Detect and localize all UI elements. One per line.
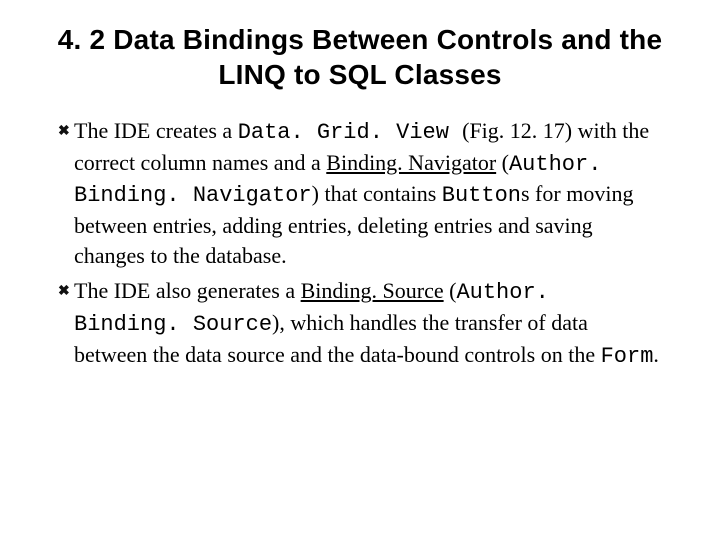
list-item: ✖ The IDE creates a Data. Grid. View (Fi…	[58, 116, 666, 270]
text-run: (	[496, 150, 509, 175]
text-run: .	[653, 342, 659, 367]
bullet-icon: ✖	[58, 116, 74, 144]
underline-bindingsource: Binding. Source	[301, 278, 444, 303]
code-run-button: Button	[442, 183, 521, 208]
text-run: ) that contains	[312, 181, 442, 206]
bullet-text: The IDE creates a Data. Grid. View (Fig.…	[74, 116, 666, 270]
bullet-text: The IDE also generates a Binding. Source…	[74, 276, 666, 371]
code-run-form: Form	[601, 344, 654, 369]
text-run: The IDE creates a	[74, 118, 238, 143]
bullet-icon: ✖	[58, 276, 74, 304]
code-run-datagridview: Data. Grid. View	[238, 120, 462, 145]
bullet-list: ✖ The IDE creates a Data. Grid. View (Fi…	[58, 116, 666, 372]
underline-bindingnavigator: Binding. Navigator	[326, 150, 496, 175]
text-run: The IDE also generates a	[74, 278, 301, 303]
list-item: ✖ The IDE also generates a Binding. Sour…	[58, 276, 666, 371]
slide: 4. 2 Data Bindings Between Controls and …	[0, 0, 720, 540]
page-title: 4. 2 Data Bindings Between Controls and …	[36, 22, 684, 92]
text-run: (	[444, 278, 457, 303]
